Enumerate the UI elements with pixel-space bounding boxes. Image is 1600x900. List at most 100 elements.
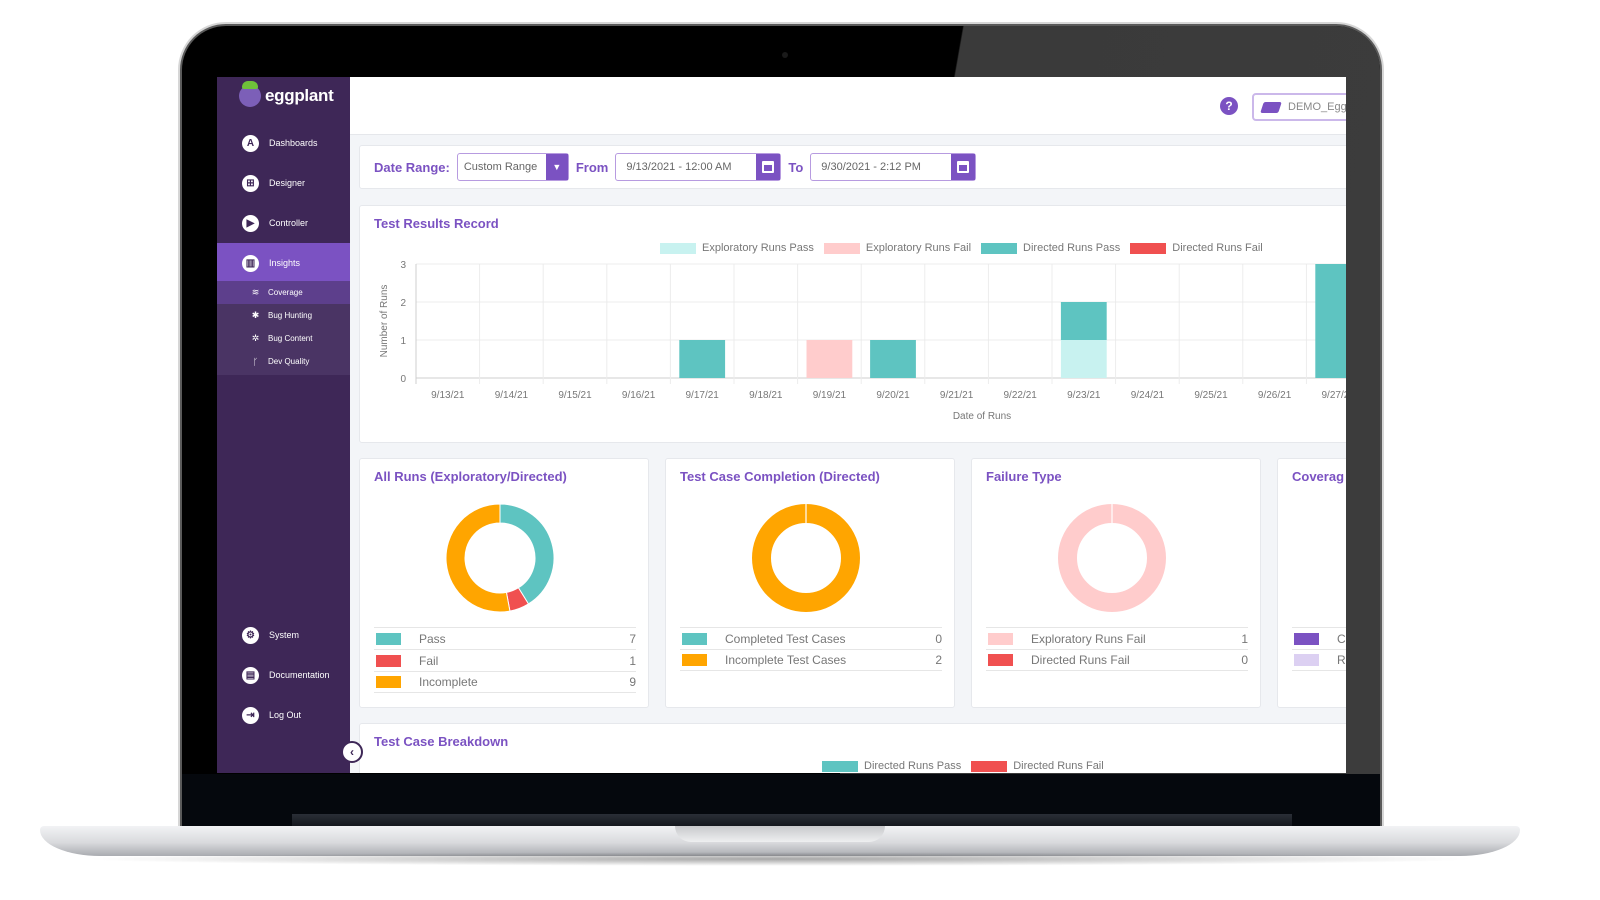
laptop-shadow xyxy=(80,852,1480,866)
eggplant-logo[interactable]: eggplant xyxy=(239,81,334,107)
donut-legend-table: Exploratory Runs Fail 1 Directed Runs Fail… xyxy=(986,627,1248,671)
from-date-input[interactable]: 9/13/2021 - 12:00 AM xyxy=(615,153,782,181)
sidebar-item-designer[interactable]: ⊞ Designer xyxy=(217,163,350,203)
donut-slice[interactable] xyxy=(1058,504,1166,612)
dashboard-icon: A xyxy=(242,134,259,152)
chevron-left-icon[interactable]: ‹ xyxy=(341,741,363,763)
legend-swatch xyxy=(971,760,1008,772)
legend-label: Incomplete Test Cases xyxy=(725,653,847,667)
legend-item[interactable]: Directed Runs Pass xyxy=(981,242,1120,254)
bug-content-icon: ✲ xyxy=(251,333,260,343)
legend-count: 1 xyxy=(1241,631,1248,646)
legend-item[interactable]: Exploratory Runs Fail xyxy=(823,242,972,254)
legend-item[interactable]: Directed Runs Fail xyxy=(1130,242,1263,254)
legend-row[interactable]: Fail 1 xyxy=(374,649,636,671)
sidebar-item-label: System xyxy=(269,630,300,640)
legend-row[interactable]: Pass 7 xyxy=(374,627,636,649)
legend-count: 0 xyxy=(935,631,942,646)
logout-icon: ⇥ xyxy=(242,706,259,724)
sidebar-subitem-bug-hunting[interactable]: ✱ Bug Hunting xyxy=(217,304,350,327)
test-case-breakdown-panel: Test Case Breakdown Directed Runs Pass Di… xyxy=(359,723,1346,773)
x-tick-label: 9/15/21 xyxy=(558,390,592,401)
account-name: DEMO_Egg xyxy=(1288,101,1346,113)
bug-icon: ✱ xyxy=(251,310,260,320)
legend-row[interactable]: Directed Runs Fail 0 xyxy=(986,649,1248,671)
eggplant-brick-icon xyxy=(1260,101,1282,113)
coverage-panel: Coverag C R xyxy=(1277,458,1346,708)
panel-title: Test Results Record xyxy=(374,216,499,231)
date-range-select[interactable]: Custom Range ▼ xyxy=(456,153,569,181)
donut-slice[interactable] xyxy=(445,503,511,613)
legend-row[interactable]: Incomplete 9 xyxy=(374,671,636,693)
legend-label: Exploratory Runs Fail xyxy=(865,242,972,254)
sidebar-item-label: Insights xyxy=(269,258,301,268)
legend-swatch xyxy=(988,654,1013,666)
legend-label: Directed Runs Pass xyxy=(1023,242,1121,254)
legend-item[interactable]: Directed Runs Fail xyxy=(971,760,1104,772)
x-tick-label: 9/27/21 xyxy=(1322,390,1346,401)
bar-exploratory-runs-fail[interactable] xyxy=(806,340,853,378)
sidebar-item-documentation[interactable]: ▤ Documentation xyxy=(217,655,350,695)
y-tick-label: 0 xyxy=(400,374,406,385)
bar-exploratory-runs-pass[interactable] xyxy=(1060,340,1107,378)
donut-legend-table: Pass 7 Fail 1 Incomplete 9 xyxy=(374,627,636,693)
chevron-down-icon[interactable]: ▼ xyxy=(545,154,568,180)
legend-item[interactable]: Exploratory Runs Pass xyxy=(660,242,814,254)
legend-row[interactable]: R xyxy=(1292,649,1346,671)
sidebar-item-controller[interactable]: ▶ Controller xyxy=(217,203,350,243)
sidebar-item-dashboards[interactable]: A Dashboards xyxy=(217,123,350,163)
bar-directed-runs-pass[interactable] xyxy=(1060,302,1107,340)
app-screen: eggplant A Dashboards ⊞ Designer ▶ Controller… xyxy=(217,77,1346,773)
date-range-label: Date Range: xyxy=(374,159,450,175)
legend-label: Directed Runs Fail xyxy=(1172,242,1263,254)
account-selector[interactable]: DEMO_Egg xyxy=(1252,93,1346,121)
legend-row[interactable]: Exploratory Runs Fail 1 xyxy=(986,627,1248,649)
x-axis-title: Date of Runs xyxy=(953,411,1011,422)
to-date-input[interactable]: 9/30/2021 - 2:12 PM xyxy=(810,153,977,181)
legend-count: 9 xyxy=(629,675,636,689)
legend-label: Completed Test Cases xyxy=(725,631,846,646)
sidebar-item-label: Dashboards xyxy=(269,138,318,148)
bar-directed-runs-pass[interactable] xyxy=(870,340,916,378)
legend-label: Directed Runs Pass xyxy=(864,760,962,772)
question-circle-icon[interactable]: ? xyxy=(1220,97,1238,115)
legend-row[interactable]: C xyxy=(1292,627,1346,649)
sidebar-item-label: Log Out xyxy=(269,710,302,720)
donut-chart xyxy=(752,504,860,612)
camera xyxy=(782,52,788,58)
donut-slice[interactable] xyxy=(499,503,555,605)
to-date-value: 9/30/2021 - 2:12 PM xyxy=(821,161,921,173)
sidebar-subitem-dev-quality[interactable]: ᚴ Dev Quality xyxy=(217,350,350,373)
sidebar-subitem-bug-content[interactable]: ✲ Bug Content xyxy=(217,327,350,350)
failure-type-panel: Failure Type Exploratory Runs Fail 1 Direct… xyxy=(971,458,1261,708)
from-calendar-button[interactable] xyxy=(756,154,781,180)
laptop-notch xyxy=(675,826,885,842)
legend-count: 2 xyxy=(935,653,942,667)
sidebar-item-label: Controller xyxy=(269,218,309,228)
legend-swatch xyxy=(988,632,1013,645)
all-runs-panel: All Runs (Exploratory/Directed) Pass 7 Fail… xyxy=(359,458,649,708)
sidebar-subitem-coverage[interactable]: ≋ Coverage xyxy=(217,281,350,304)
x-tick-label: 9/14/21 xyxy=(495,390,529,401)
bar-directed-runs-pass[interactable] xyxy=(679,340,726,378)
sidebar-item-system[interactable]: ⚙ System xyxy=(217,615,350,655)
legend-count: 7 xyxy=(629,631,636,646)
sidebar-item-log-out[interactable]: ⇥ Log Out xyxy=(217,695,350,735)
legend-row[interactable]: Completed Test Cases 0 xyxy=(680,627,942,649)
donut-legend-table: Completed Test Cases 0 Incomplete Test Cas… xyxy=(680,627,942,671)
y-tick-label: 1 xyxy=(400,336,406,347)
donut-chart xyxy=(445,503,555,613)
play-icon: ▶ xyxy=(242,214,259,232)
logo-text: eggplant xyxy=(265,86,334,105)
legend-label: Pass xyxy=(419,631,446,646)
legend-swatch xyxy=(1294,654,1319,666)
legend-item[interactable]: Directed Runs Pass xyxy=(822,760,961,772)
to-calendar-button[interactable] xyxy=(951,154,976,180)
donut-slice[interactable] xyxy=(752,504,860,612)
bar-directed-runs-pass[interactable] xyxy=(1315,264,1346,378)
legend-row[interactable]: Incomplete Test Cases 2 xyxy=(680,649,942,671)
sidebar-item-insights[interactable]: ▥ Insights xyxy=(217,243,350,283)
to-label: To xyxy=(788,159,804,175)
legend-label: R xyxy=(1337,653,1346,667)
insights-submenu: ≋ Coverage ✱ Bug Hunting ✲ Bug Content ᚴ Dev Qu… xyxy=(217,281,350,375)
